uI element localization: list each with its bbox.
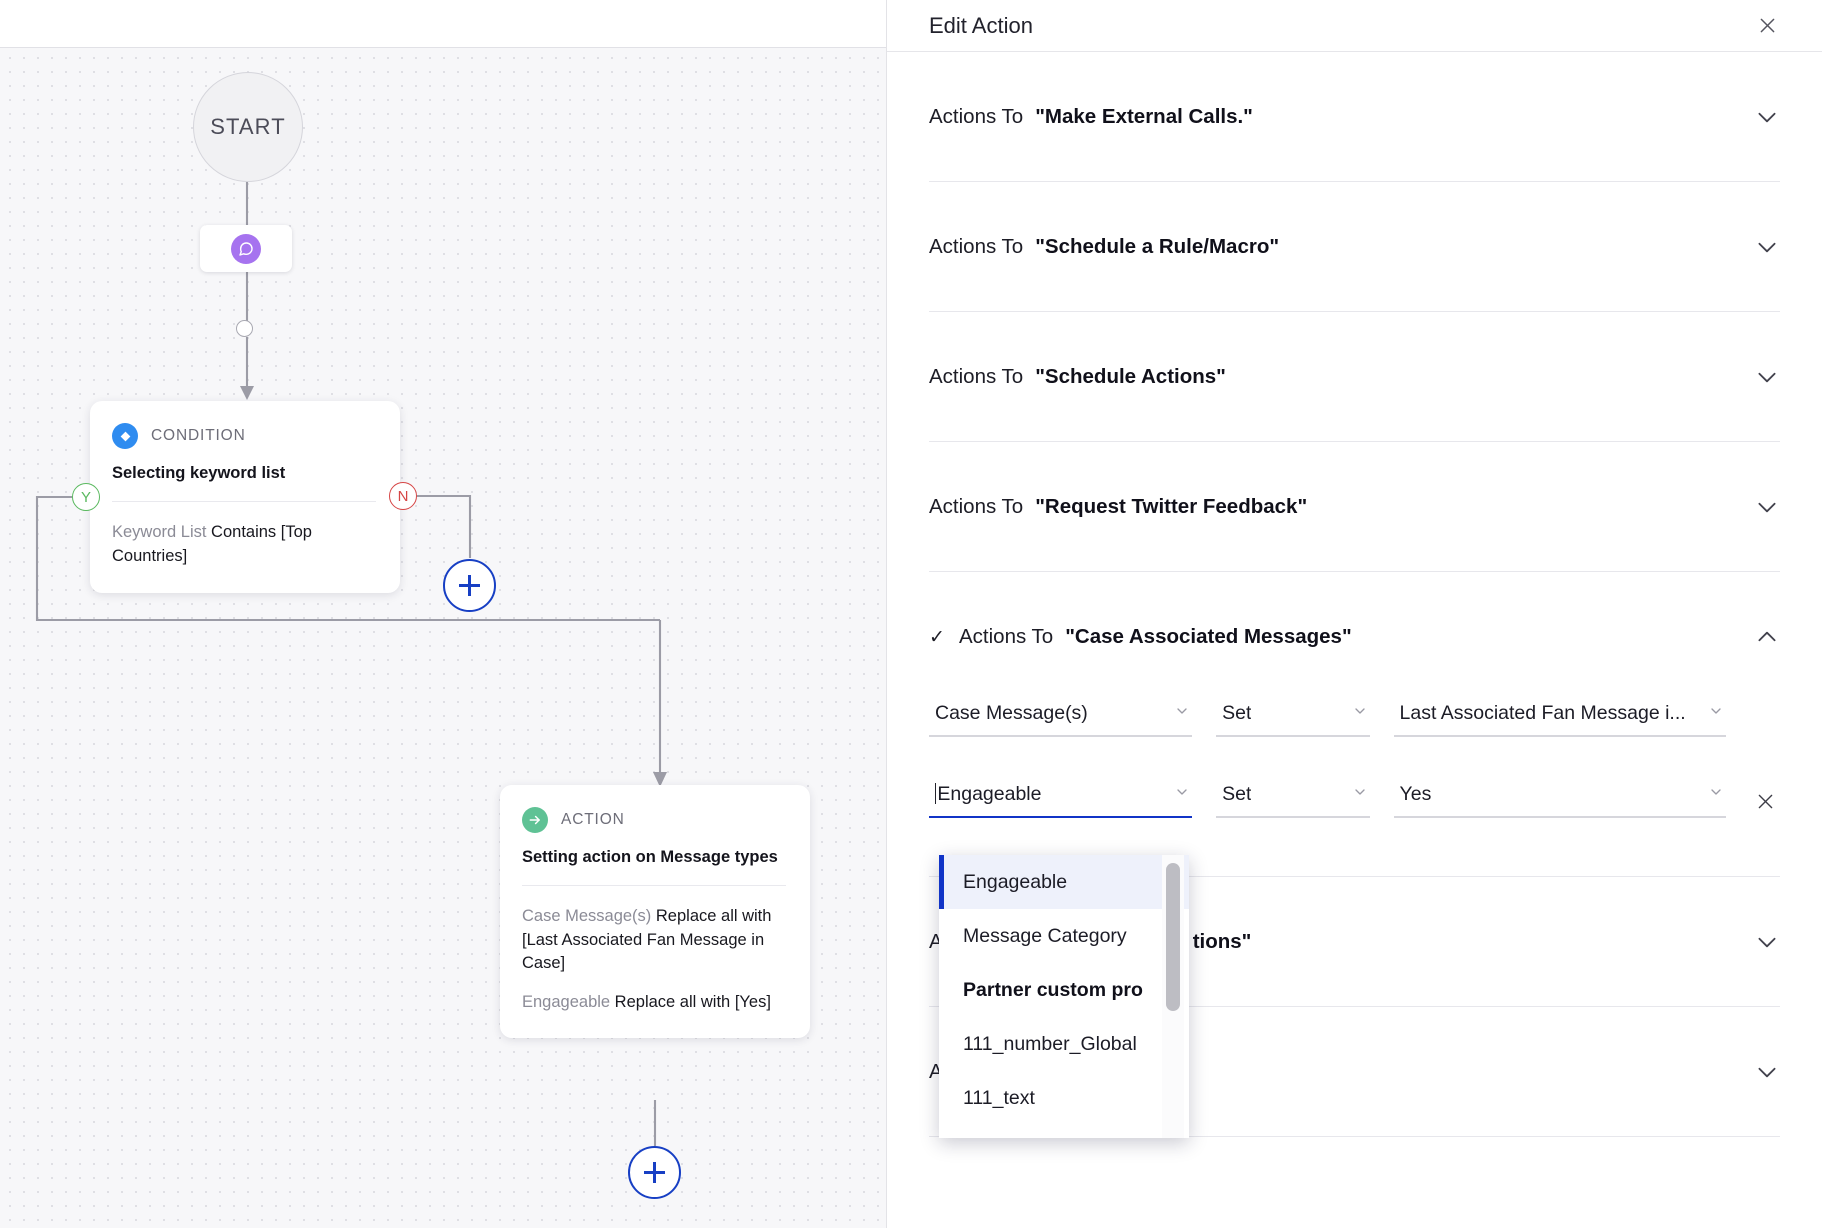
- branch-badge-no[interactable]: N: [389, 482, 417, 510]
- chevron-down-icon: [1174, 784, 1190, 805]
- accordion-name: "Request Twitter Feedback": [1035, 494, 1308, 518]
- flow-condition-node[interactable]: CONDITION Selecting keyword list Keyword…: [90, 401, 400, 593]
- chevron-down-icon: [1708, 784, 1724, 805]
- accordion-name: tions": [1192, 929, 1252, 953]
- accordion-prefix: Actions To: [929, 104, 1024, 128]
- action-rule-item: Case Message(s) Replace all with [Last A…: [522, 905, 786, 975]
- field-select-property-value: Engageable: [935, 783, 1042, 806]
- edit-action-panel: Edit Action Actions To "Make External Ca…: [887, 0, 1822, 1228]
- condition-node-rules: Keyword List Contains [Top Countries]: [112, 501, 376, 568]
- panel-body: Actions To "Make External Calls." Action…: [887, 52, 1822, 1228]
- field-select-property-text: Engageable: [937, 783, 1042, 805]
- field-select-value[interactable]: Last Associated Fan Message i...: [1393, 702, 1727, 737]
- accordion-name: "Schedule Actions": [1035, 364, 1226, 388]
- dropdown-option[interactable]: Engageable: [939, 855, 1189, 909]
- accordion-row-request-twitter-feedback[interactable]: Actions To "Request Twitter Feedback": [929, 442, 1780, 572]
- dropdown-option[interactable]: Message Category: [939, 909, 1189, 963]
- panel-title: Edit Action: [929, 12, 1033, 38]
- accordion-label: Actions To "Schedule a Rule/Macro": [929, 235, 1279, 259]
- chevron-down-icon[interactable]: [1754, 929, 1780, 955]
- action-field-row: Case Message(s) Set Last Associated Fan …: [929, 702, 1780, 737]
- accordion-prefix: Actions To: [959, 625, 1054, 648]
- accordion-label: Actions To "Make External Calls.": [929, 105, 1253, 129]
- property-dropdown-menu[interactable]: Engageable Message Category Partner cust…: [939, 855, 1189, 1138]
- flow-canvas-pane[interactable]: START CONDITION Selecting keyword list K…: [0, 0, 887, 1228]
- accordion-label: ✓ Actions To "Case Associated Messages": [929, 625, 1352, 649]
- condition-node-kind: CONDITION: [151, 427, 246, 444]
- dropdown-option[interactable]: 111_number_Global: [939, 1017, 1189, 1071]
- action-node-title: Setting action on Message types: [522, 848, 778, 866]
- condition-rule-item: Keyword List Contains [Top Countries]: [112, 521, 376, 568]
- accordion-prefix: Actions To: [929, 494, 1024, 518]
- action-field-row: Engageable Set Yes Engageable Message Ca…: [929, 783, 1780, 1138]
- chevron-down-icon[interactable]: [1754, 494, 1780, 520]
- field-select-operator-value: Set: [1222, 783, 1252, 805]
- action-rule-key: Case Message(s): [522, 907, 656, 926]
- field-select-value-value: Last Associated Fan Message i...: [1399, 702, 1686, 724]
- field-select-property[interactable]: Case Message(s): [929, 702, 1193, 737]
- accordion-header-case-associated-messages[interactable]: ✓ Actions To "Case Associated Messages": [929, 572, 1780, 702]
- branch-badge-yes[interactable]: Y: [72, 483, 100, 511]
- action-node-header: ACTION: [522, 807, 786, 833]
- chevron-down-icon: [1174, 703, 1190, 724]
- flow-action-node[interactable]: ACTION Setting action on Message types C…: [500, 785, 810, 1039]
- remove-row-button[interactable]: [1750, 786, 1780, 816]
- action-node-rules: Case Message(s) Replace all with [Last A…: [522, 885, 786, 1014]
- action-node-kind: ACTION: [561, 811, 625, 828]
- chevron-down-icon[interactable]: [1754, 234, 1780, 260]
- vertical-scrollbar-thumb[interactable]: [1166, 863, 1180, 1011]
- check-icon: ✓: [929, 626, 945, 648]
- accordion-row-make-external-calls[interactable]: Actions To "Make External Calls.": [929, 52, 1780, 182]
- flow-connectors: [35, 182, 667, 1146]
- chevron-down-icon[interactable]: [1754, 104, 1780, 130]
- condition-node-title: Selecting keyword list: [112, 464, 286, 482]
- accordion-prefix: Actions To: [929, 364, 1024, 388]
- field-select-operator[interactable]: Set: [1216, 702, 1370, 737]
- message-bubble-icon: [231, 233, 261, 264]
- dropdown-option[interactable]: 111_text: [939, 1071, 1189, 1125]
- branch-badge-yes-label: Y: [80, 488, 91, 506]
- chevron-down-icon: [1352, 703, 1368, 724]
- diamond-icon: [112, 423, 138, 449]
- field-select-property-value: Case Message(s): [935, 702, 1088, 724]
- add-node-button-after-action[interactable]: [628, 1146, 681, 1199]
- action-rule-key: Engageable: [522, 992, 615, 1011]
- field-select-value[interactable]: Yes: [1393, 783, 1727, 818]
- accordion-prefix: Actions To: [929, 234, 1024, 258]
- accordion-name: "Schedule a Rule/Macro": [1035, 234, 1280, 258]
- arrow-right-circle-icon: [522, 807, 548, 833]
- chevron-up-icon[interactable]: [1754, 624, 1780, 650]
- field-select-operator-value: Set: [1222, 702, 1252, 724]
- flow-edge-handle[interactable]: [236, 320, 253, 337]
- action-rule-item: Engageable Replace all with [Yes]: [522, 991, 786, 1014]
- field-select-value-value: Yes: [1399, 783, 1432, 805]
- field-select-operator[interactable]: Set: [1216, 783, 1370, 818]
- branch-badge-no-label: N: [397, 487, 409, 505]
- accordion-label: Actions To "Schedule Actions": [929, 365, 1226, 389]
- close-icon[interactable]: [1752, 11, 1782, 41]
- action-rule-text: Replace all with [Yes]: [614, 992, 771, 1011]
- accordion-row-schedule-rule-macro[interactable]: Actions To "Schedule a Rule/Macro": [929, 182, 1780, 312]
- condition-node-header: CONDITION: [112, 423, 376, 449]
- action-fields: Case Message(s) Set Last Associated Fan …: [929, 702, 1780, 1138]
- accordion-row-schedule-actions[interactable]: Actions To "Schedule Actions": [929, 312, 1780, 442]
- chevron-down-icon[interactable]: [1754, 364, 1780, 390]
- accordion-row-case-associated-messages: ✓ Actions To "Case Associated Messages" …: [929, 572, 1780, 1138]
- accordion-label: Actions To "Request Twitter Feedback": [929, 495, 1307, 519]
- accordion-name: "Case Associated Messages": [1065, 625, 1352, 648]
- field-select-property[interactable]: Engageable: [929, 783, 1193, 818]
- chevron-down-icon[interactable]: [1754, 1059, 1780, 1085]
- condition-rule-key: Keyword List: [112, 523, 212, 542]
- dropdown-option-group-header: Partner custom pro: [963, 978, 1143, 1001]
- panel-header: Edit Action: [887, 0, 1822, 52]
- chevron-down-icon: [1352, 784, 1368, 805]
- accordion-name: "Make External Calls.": [1035, 104, 1253, 128]
- add-node-button-branch[interactable]: [443, 559, 496, 612]
- flow-trigger-node[interactable]: [200, 225, 292, 272]
- chevron-down-icon: [1708, 703, 1724, 724]
- start-node-label: START: [210, 114, 286, 139]
- flow-start-node[interactable]: START: [193, 72, 303, 182]
